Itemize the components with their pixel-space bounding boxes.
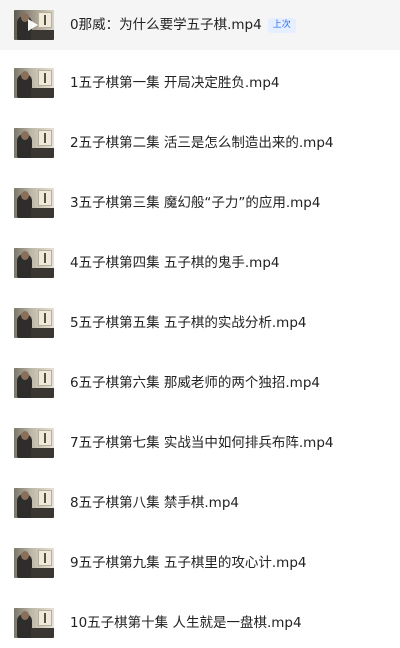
- playlist-item-7[interactable]: 7五子棋第七集 实战当中如何排兵布阵.mp4: [0, 418, 400, 468]
- playlist-item-10[interactable]: 10五子棋第十集 人生就是一盘棋.mp4: [0, 598, 400, 648]
- playlist-item-title: 1五子棋第一集 开局决定胜负.mp4: [70, 75, 280, 91]
- playlist-item-1[interactable]: 1五子棋第一集 开局决定胜负.mp4: [0, 58, 400, 108]
- playlist-item-0[interactable]: 0那威：为什么要学五子棋.mp4 上次: [0, 0, 400, 50]
- playlist-item-9[interactable]: 9五子棋第九集 五子棋里的攻心计.mp4: [0, 538, 400, 588]
- playlist-item-title: 7五子棋第七集 实战当中如何排兵布阵.mp4: [70, 435, 334, 451]
- video-playlist: 0那威：为什么要学五子棋.mp4 上次 1五子棋第一集 开局决定胜负.mp4 2五…: [0, 0, 400, 648]
- video-thumbnail: [14, 488, 54, 518]
- last-watched-badge: 上次: [267, 18, 296, 33]
- playlist-item-title-text: 0那威：为什么要学五子棋.mp4: [70, 17, 262, 33]
- playlist-item-title: 3五子棋第三集 魔幻般“子力”的应用.mp4: [70, 195, 321, 211]
- playlist-item-3[interactable]: 3五子棋第三集 魔幻般“子力”的应用.mp4: [0, 178, 400, 228]
- playlist-item-title: 10五子棋第十集 人生就是一盘棋.mp4: [70, 615, 302, 631]
- video-thumbnail: [14, 428, 54, 458]
- playlist-item-4[interactable]: 4五子棋第四集 五子棋的鬼手.mp4: [0, 238, 400, 288]
- playlist-item-title: 2五子棋第二集 活三是怎么制造出来的.mp4: [70, 135, 334, 151]
- playlist-item-5[interactable]: 5五子棋第五集 五子棋的实战分析.mp4: [0, 298, 400, 348]
- play-icon: [28, 19, 38, 31]
- playlist-item-title: 9五子棋第九集 五子棋里的攻心计.mp4: [70, 555, 307, 571]
- playlist-item-title: 5五子棋第五集 五子棋的实战分析.mp4: [70, 315, 307, 331]
- video-thumbnail: [14, 188, 54, 218]
- playlist-item-2[interactable]: 2五子棋第二集 活三是怎么制造出来的.mp4: [0, 118, 400, 168]
- playlist-item-6[interactable]: 6五子棋第六集 那威老师的两个独招.mp4: [0, 358, 400, 408]
- playlist-item-title: 0那威：为什么要学五子棋.mp4 上次: [70, 0, 296, 50]
- playlist-item-title: 8五子棋第八集 禁手棋.mp4: [70, 495, 239, 511]
- video-thumbnail: [14, 10, 54, 40]
- playlist-item-title: 4五子棋第四集 五子棋的鬼手.mp4: [70, 255, 280, 271]
- video-thumbnail: [14, 308, 54, 338]
- playlist-item-8[interactable]: 8五子棋第八集 禁手棋.mp4: [0, 478, 400, 528]
- playlist-item-title: 6五子棋第六集 那威老师的两个独招.mp4: [70, 375, 320, 391]
- video-thumbnail: [14, 548, 54, 578]
- video-thumbnail: [14, 248, 54, 278]
- video-thumbnail: [14, 68, 54, 98]
- video-thumbnail: [14, 368, 54, 398]
- video-thumbnail: [14, 128, 54, 158]
- video-thumbnail: [14, 608, 54, 638]
